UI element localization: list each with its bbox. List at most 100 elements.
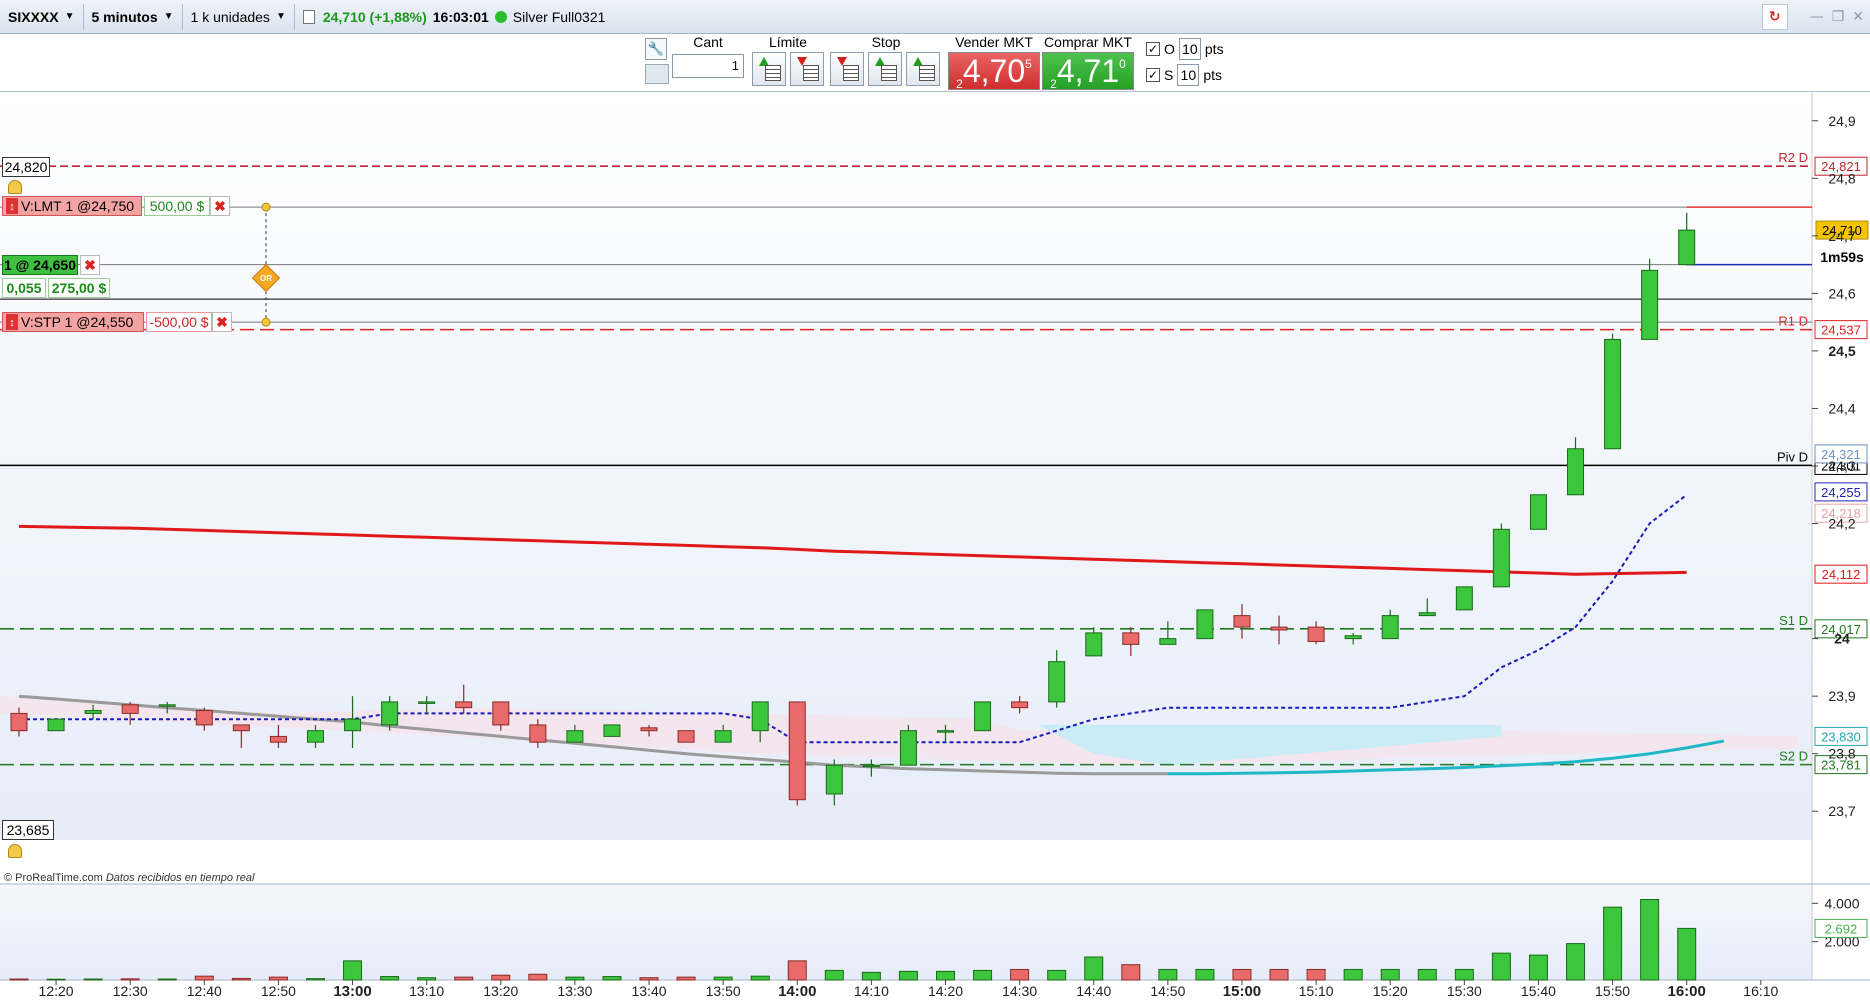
volume-bar	[676, 976, 696, 981]
position-tag[interactable]: 1 @ 24,650	[2, 255, 78, 275]
sell-market-button[interactable]: 24,705	[948, 52, 1040, 91]
volume-bar	[268, 976, 288, 981]
sell-limit-button[interactable]	[790, 52, 824, 86]
stop-pts-unit: pts	[1203, 67, 1223, 83]
volume-bar	[120, 978, 140, 981]
quote-info: 24,710 (+1,88%) 16:03:01 Silver Full0321	[295, 4, 614, 30]
candle-body	[492, 701, 510, 726]
y-tick-label: 24	[1834, 631, 1850, 647]
y-tick-label: 24,8	[1828, 170, 1855, 186]
volume-bar	[417, 977, 437, 981]
buy-price-sup: 0	[1119, 57, 1126, 71]
x-tick-label: 13:50	[706, 983, 741, 999]
volume-bar	[1380, 968, 1400, 981]
x-tick-label: 12:30	[113, 983, 148, 999]
objective-pts-input[interactable]: 10	[1178, 38, 1201, 60]
drag-handle-icon[interactable]: ↕	[6, 314, 18, 330]
buy-market-button[interactable]: 24,710	[1042, 52, 1134, 91]
restore-icon[interactable]: ❐	[1832, 9, 1845, 25]
or-label: OR	[260, 274, 272, 283]
candle-body	[788, 701, 806, 801]
candle-body	[121, 704, 139, 714]
limit-order-tag[interactable]: ↕ V:LMT 1 @24,750	[2, 196, 142, 216]
candle-body	[1344, 635, 1362, 640]
volume-bar	[1528, 954, 1548, 981]
volume-bar	[1306, 968, 1326, 981]
buy-limit-button[interactable]	[752, 52, 786, 86]
objective-checkbox[interactable]: ✓	[1146, 42, 1160, 56]
candle-body	[47, 718, 65, 732]
close-icon[interactable]: ✕	[1852, 9, 1864, 25]
volume-bar	[1640, 899, 1660, 981]
x-tick-label: 13:00	[333, 983, 371, 1000]
volume-bar	[1491, 952, 1511, 981]
chevron-down-icon: ▼	[275, 11, 286, 22]
minimize-icon[interactable]: —	[1810, 9, 1824, 25]
cancel-limit-icon[interactable]: ✖	[210, 196, 230, 216]
stop-label-s: S	[1164, 67, 1174, 83]
stop-checkbox[interactable]: ✓	[1146, 68, 1160, 82]
cancel-stop-icon[interactable]: ✖	[212, 312, 232, 332]
volume-bar	[602, 976, 622, 981]
candle-body	[418, 701, 436, 704]
volume-bar	[713, 976, 733, 981]
position-pnl: 275,00 $	[48, 278, 110, 298]
volume-bar	[1566, 943, 1586, 981]
candle-body	[1233, 615, 1251, 628]
objective-label: O	[1164, 41, 1175, 57]
document-icon[interactable]	[302, 9, 315, 24]
stop-order-tag[interactable]: ↕ V:STP 1 @24,550	[2, 312, 144, 332]
candle-body	[714, 730, 732, 743]
candle-body	[566, 730, 584, 743]
candle-body	[10, 712, 28, 732]
volume-bar	[454, 976, 474, 981]
alert-bell-icon[interactable]	[8, 844, 22, 858]
indicator-tag: 24,112	[1822, 567, 1861, 582]
candle-body	[974, 701, 992, 732]
stop-row: ✓ S 10 pts	[1146, 64, 1222, 86]
sell-stop-button[interactable]	[868, 52, 902, 86]
refresh-icon[interactable]: ↻	[1761, 4, 1788, 30]
limit-order-label: V:LMT 1 @24,750	[21, 198, 135, 214]
stop-limit-button[interactable]	[906, 52, 940, 86]
level-name: R1 D	[1778, 314, 1808, 329]
qty-input[interactable]: 1	[672, 54, 744, 78]
y-tick-label: 23,7	[1828, 803, 1855, 819]
volume-bar	[1195, 968, 1215, 981]
candle-body	[1011, 701, 1029, 709]
window-controls: ↻ — ❐ ✕	[1761, 4, 1864, 30]
volume-bar	[1269, 968, 1289, 981]
volume-bar	[1121, 964, 1141, 981]
candle-countdown: 1m59s	[1816, 248, 1868, 268]
buy-mkt-label: Comprar MKT	[1044, 34, 1132, 50]
candle-body	[751, 701, 769, 732]
x-tick-label: 15:20	[1373, 983, 1408, 999]
volume-bar	[1677, 927, 1697, 981]
drag-handle-icon[interactable]: ↕	[6, 198, 18, 214]
x-tick-label: 13:40	[631, 983, 666, 999]
x-tick-label: 14:30	[1002, 983, 1037, 999]
wrench-icon[interactable]: 🔧	[645, 38, 667, 60]
instrument-selector[interactable]: SIXXXX ▼	[0, 3, 84, 30]
volume-bar	[973, 969, 993, 981]
candle-body	[1196, 609, 1214, 640]
volume-bar	[380, 976, 400, 981]
units-selector[interactable]: 1 k unidades ▼	[183, 3, 295, 30]
order-toolbar: 🔧 Cant 1 Límite Stop Vender MKT Comprar …	[0, 34, 1870, 92]
candle-body	[1381, 615, 1399, 640]
candle-body	[899, 730, 917, 766]
volume-bar	[787, 960, 807, 981]
volume-bar	[750, 975, 770, 981]
keyboard-icon[interactable]	[645, 64, 669, 84]
candle-body	[84, 710, 102, 714]
status-dot-icon	[494, 10, 507, 23]
timeframe-selector[interactable]: 5 minutos ▼	[84, 3, 183, 30]
close-position-icon[interactable]: ✖	[80, 255, 100, 275]
volume-bar	[231, 977, 251, 981]
alert-bell-icon[interactable]	[8, 180, 22, 194]
price-chart[interactable]: R2 D24,821R1 D24,537Piv D24,301S1 D24,01…	[0, 92, 1870, 1000]
stop-pts-input[interactable]: 10	[1177, 64, 1200, 86]
quote-time: 16:03:01	[432, 8, 489, 25]
buy-stop-button[interactable]	[830, 52, 864, 86]
chevron-down-icon: ▼	[64, 11, 75, 22]
